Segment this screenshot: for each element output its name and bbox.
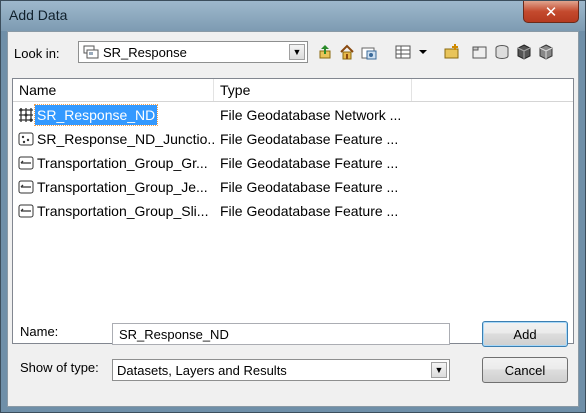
list-header: Name Type [13, 79, 573, 102]
cube-dark-icon[interactable] [514, 42, 534, 62]
show-of-type-dropdown[interactable]: Datasets, Layers and Results ▼ [112, 359, 450, 381]
show-of-type-value: Datasets, Layers and Results [117, 363, 287, 378]
list-item-name: SR_Response_ND_Junctio... [37, 131, 215, 147]
chevron-down-icon[interactable]: ▼ [289, 44, 305, 60]
show-of-type-label: Show of type: [20, 360, 99, 375]
file-list[interactable]: Name Type SR_Response_ND File Geodatabase… [12, 78, 574, 344]
home-icon[interactable] [337, 42, 357, 62]
title-bar[interactable]: Add Data ✕ [1, 1, 585, 31]
list-item-type: File Geodatabase Network ... [220, 107, 402, 123]
list-item[interactable]: Transportation_Group_Sli... File Geodatab… [13, 199, 573, 223]
list-item-name: Transportation_Group_Je... [37, 179, 208, 195]
network-dataset-icon [18, 107, 34, 126]
list-item-type: File Geodatabase Feature ... [220, 203, 399, 219]
connect-folder-icon[interactable] [359, 42, 379, 62]
line-feature-class-icon [18, 155, 34, 174]
view-options-icon[interactable] [394, 42, 430, 62]
new-folder-icon[interactable] [442, 42, 462, 62]
name-label: Name: [20, 324, 59, 339]
look-in-label: Look in: [14, 46, 60, 61]
list-item-name: Transportation_Group_Gr... [37, 155, 208, 171]
column-header-type[interactable]: Type [214, 79, 412, 101]
point-feature-class-icon [18, 131, 34, 150]
list-item-type: File Geodatabase Feature ... [220, 155, 399, 171]
list-item[interactable]: SR_Response_ND File Geodatabase Network .… [13, 103, 573, 127]
name-input[interactable] [112, 323, 450, 345]
up-one-level-icon[interactable] [315, 42, 335, 62]
close-button[interactable]: ✕ [523, 1, 579, 23]
column-header-name[interactable]: Name [13, 79, 214, 101]
cylinder-database-icon[interactable] [492, 42, 512, 62]
geodatabase-folder-icon [83, 45, 99, 62]
cube-gray-icon[interactable] [536, 42, 556, 62]
line-feature-class-icon [18, 179, 34, 198]
look-in-value: SR_Response [103, 45, 187, 60]
catalog-folder-icon[interactable] [470, 42, 490, 62]
list-item[interactable]: Transportation_Group_Gr... File Geodataba… [13, 151, 573, 175]
dialog-body: Look in: SR_Response ▼ Name Type SR_Resp… [7, 31, 579, 407]
list-item[interactable]: SR_Response_ND_Junctio... File Geodatabas… [13, 127, 573, 151]
line-feature-class-icon [18, 203, 34, 222]
list-item-name: Transportation_Group_Sli... [37, 203, 209, 219]
list-item-type: File Geodatabase Feature ... [220, 131, 399, 147]
add-data-dialog: Add Data ✕ Look in: SR_Response ▼ Name T… [0, 0, 586, 413]
add-button[interactable]: Add [482, 321, 568, 347]
cancel-button[interactable]: Cancel [482, 357, 568, 383]
close-icon: ✕ [544, 3, 558, 21]
look-in-dropdown[interactable]: SR_Response ▼ [78, 41, 308, 63]
chevron-down-icon[interactable]: ▼ [431, 362, 447, 378]
list-item-type: File Geodatabase Feature ... [220, 179, 399, 195]
window-title: Add Data [9, 7, 68, 23]
list-item-name: SR_Response_ND [33, 104, 159, 126]
list-item[interactable]: Transportation_Group_Je... File Geodataba… [13, 175, 573, 199]
